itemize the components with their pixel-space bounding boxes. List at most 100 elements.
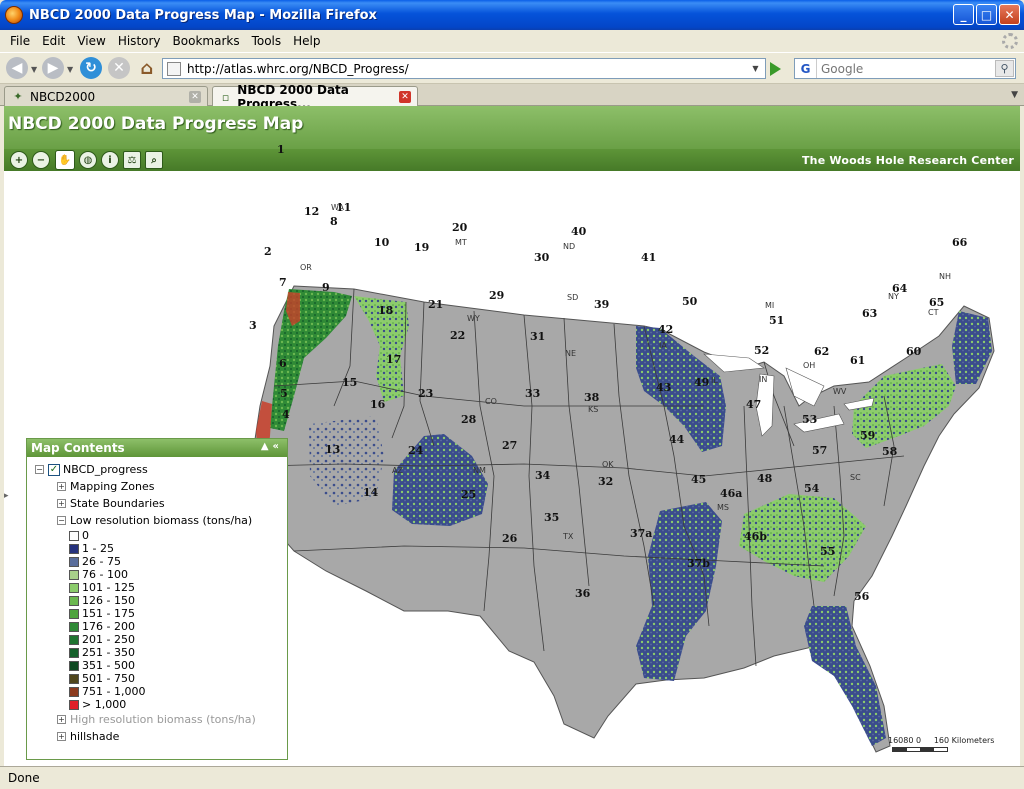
zone-label-21: 21 bbox=[428, 298, 444, 311]
menu-file[interactable]: File bbox=[4, 34, 36, 48]
zone-label-15: 15 bbox=[342, 376, 358, 389]
pan-hand-icon[interactable]: ✋ bbox=[56, 151, 74, 169]
layer-high-resolution-biomass[interactable]: + High resolution biomass (tons/ha) bbox=[35, 711, 287, 728]
legend-item: 26 - 75 bbox=[35, 555, 287, 568]
zone-label-12: 12 bbox=[304, 205, 320, 218]
zone-label-51: 51 bbox=[769, 314, 785, 327]
home-icon[interactable]: ⌂ bbox=[136, 57, 158, 79]
zone-label-35: 35 bbox=[544, 511, 560, 524]
menu-tools[interactable]: Tools bbox=[246, 34, 288, 48]
tab-nbcd2000[interactable]: ✦ NBCD2000 ✕ bbox=[4, 86, 208, 106]
stop-icon[interactable]: ✕ bbox=[108, 57, 130, 79]
tab-bar: ✦ NBCD2000 ✕ ▫ NBCD 2000 Data Progress..… bbox=[0, 83, 1024, 111]
find-icon[interactable]: ⌕ bbox=[145, 151, 163, 169]
zone-label-48: 48 bbox=[757, 472, 773, 485]
menu-edit[interactable]: Edit bbox=[36, 34, 71, 48]
zoom-in-icon[interactable]: + bbox=[10, 151, 28, 169]
zone-label-57: 57 bbox=[812, 444, 828, 457]
throbber-icon bbox=[1002, 33, 1018, 49]
zone-label-31: 31 bbox=[530, 330, 546, 343]
legend-label: 351 - 500 bbox=[82, 659, 135, 672]
state-label-mi: MI bbox=[765, 301, 775, 310]
reload-icon[interactable]: ↻ bbox=[80, 57, 102, 79]
search-input[interactable] bbox=[817, 61, 987, 76]
scale-ticks: 16080 0 bbox=[888, 736, 922, 745]
layer-low-resolution-biomass[interactable]: − Low resolution biomass (tons/ha) bbox=[35, 512, 287, 529]
maximize-button[interactable]: □ bbox=[976, 4, 997, 25]
zone-label-38: 38 bbox=[584, 391, 600, 404]
full-extent-globe-icon[interactable]: ◍ bbox=[79, 151, 97, 169]
back-history-dropdown-icon[interactable]: ▼ bbox=[31, 65, 37, 74]
zone-label-25: 25 bbox=[461, 488, 477, 501]
expand-icon[interactable]: + bbox=[57, 499, 66, 508]
zone-label-18: 18 bbox=[378, 304, 394, 317]
layer-label: Mapping Zones bbox=[70, 480, 155, 493]
zone-label-52: 52 bbox=[754, 344, 770, 357]
zone-label-54: 54 bbox=[804, 482, 820, 495]
layer-state-boundaries[interactable]: + State Boundaries bbox=[35, 495, 287, 512]
zone-label-41: 41 bbox=[641, 251, 657, 264]
url-bar[interactable]: ▼ bbox=[162, 58, 766, 79]
zone-label-24: 24 bbox=[408, 444, 424, 457]
collapse-icon[interactable]: − bbox=[35, 465, 44, 474]
legend-item: 0 bbox=[35, 529, 287, 542]
legend-item: 751 - 1,000 bbox=[35, 685, 287, 698]
hide-panel-icon[interactable]: « bbox=[273, 441, 283, 452]
scale-label: 16080 0 160 Kilometers bbox=[888, 736, 994, 745]
collapse-icon[interactable]: − bbox=[57, 516, 66, 525]
map-canvas[interactable]: 1 2 3 4 5 6 7 8 9 10 11 12 13 14 15 16 17 18 19 20 21 22 23 24 2… bbox=[4, 143, 1020, 766]
measure-icon[interactable]: ⚖ bbox=[123, 151, 141, 169]
zone-label-30: 30 bbox=[534, 251, 550, 264]
legend-swatch bbox=[69, 608, 79, 619]
expand-icon[interactable]: + bbox=[57, 732, 66, 741]
expand-icon[interactable]: + bbox=[57, 482, 66, 491]
identify-info-icon[interactable]: i bbox=[101, 151, 119, 169]
collapse-panel-icon[interactable]: ▲ bbox=[261, 441, 273, 452]
back-arrow-icon[interactable]: ◀ bbox=[6, 57, 28, 79]
layer-root-label: NBCD_progress bbox=[63, 463, 148, 476]
minimize-button[interactable]: _ bbox=[953, 4, 974, 25]
state-label-wa: WA bbox=[331, 203, 344, 212]
panel-expand-handle-icon[interactable]: ▸ bbox=[4, 491, 10, 515]
url-input[interactable] bbox=[187, 61, 747, 76]
google-engine-icon[interactable]: G bbox=[795, 59, 817, 78]
legend-swatch bbox=[69, 530, 79, 541]
layer-label: High resolution biomass (tons/ha) bbox=[70, 713, 256, 726]
zone-label-10: 10 bbox=[374, 236, 390, 249]
zone-label-8: 8 bbox=[330, 215, 338, 228]
forward-arrow-icon[interactable]: ▶ bbox=[42, 57, 64, 79]
zone-label-40: 40 bbox=[571, 225, 587, 238]
tab-progress-map[interactable]: ▫ NBCD 2000 Data Progress... ✕ bbox=[212, 83, 418, 111]
go-arrow-icon[interactable] bbox=[770, 62, 781, 76]
forward-history-dropdown-icon[interactable]: ▼ bbox=[67, 65, 73, 74]
menu-help[interactable]: Help bbox=[287, 34, 326, 48]
menu-history[interactable]: History bbox=[112, 34, 167, 48]
search-icon[interactable]: ⚲ bbox=[995, 60, 1014, 77]
zone-label-58: 58 bbox=[882, 445, 898, 458]
search-bar[interactable]: G ⚲ bbox=[794, 58, 1016, 79]
url-dropdown-icon[interactable]: ▼ bbox=[748, 61, 763, 76]
legend-item: 201 - 250 bbox=[35, 633, 287, 646]
menu-view[interactable]: View bbox=[71, 34, 111, 48]
layer-hillshade[interactable]: + hillshade bbox=[35, 728, 287, 745]
state-label-or: OR bbox=[300, 263, 312, 272]
expand-icon[interactable]: + bbox=[57, 715, 66, 724]
close-tab-icon[interactable]: ✕ bbox=[189, 91, 201, 103]
close-tab-icon[interactable]: ✕ bbox=[399, 91, 411, 103]
menu-bookmarks[interactable]: Bookmarks bbox=[167, 34, 246, 48]
zone-label-44: 44 bbox=[669, 433, 685, 446]
state-label-ct: CT bbox=[928, 308, 939, 317]
legend-label: 76 - 100 bbox=[82, 568, 128, 581]
state-label-nh: NH bbox=[939, 272, 951, 281]
close-window-button[interactable]: ✕ bbox=[999, 4, 1020, 25]
state-label-co: CO bbox=[485, 397, 497, 406]
zone-label-39: 39 bbox=[594, 298, 610, 311]
zoom-out-icon[interactable]: − bbox=[32, 151, 50, 169]
zone-label-60: 60 bbox=[906, 345, 922, 358]
state-label-tx: TX bbox=[563, 532, 574, 541]
tab-list-dropdown-icon[interactable]: ▼ bbox=[1011, 90, 1018, 100]
layer-visible-checkbox[interactable]: ✓ bbox=[48, 463, 60, 476]
legend-label: 501 - 750 bbox=[82, 672, 135, 685]
legend-swatch bbox=[69, 660, 79, 671]
layer-mapping-zones[interactable]: + Mapping Zones bbox=[35, 478, 287, 495]
